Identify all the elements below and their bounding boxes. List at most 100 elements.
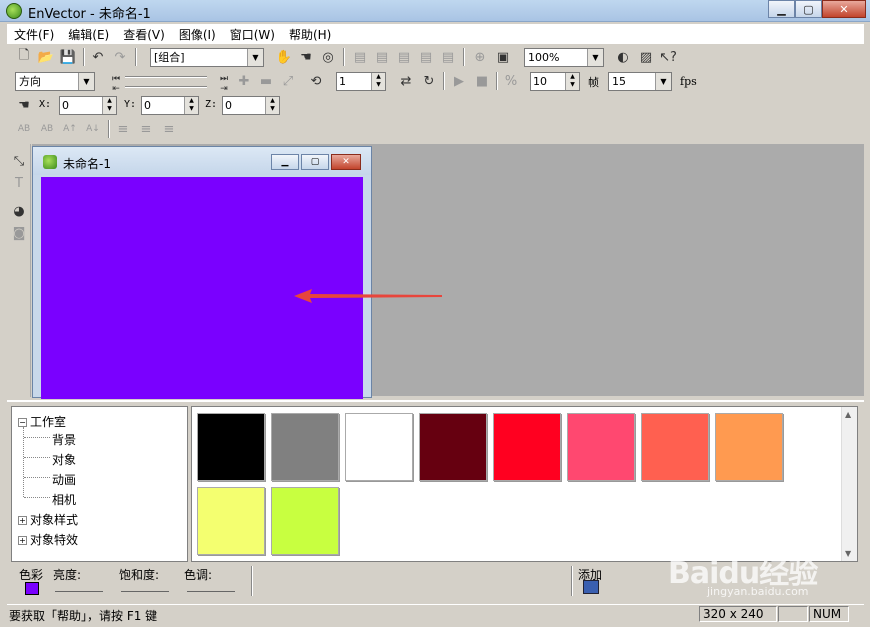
group-select[interactable]: [组合] ▼ [150,48,264,67]
fit-view-icon[interactable]: ◎ [319,48,337,66]
hand-icon[interactable]: ✋ [275,48,293,66]
brightness-slider[interactable] [55,586,103,592]
timeline-slider-bottom[interactable] [125,86,207,88]
text-kerning-icon[interactable]: AB [38,120,56,138]
scroll-down-icon[interactable]: ▼ [845,549,851,558]
save-icon[interactable]: 💾 [59,48,77,66]
zoom-select[interactable]: 100% ▼ [524,48,604,67]
color-swatch[interactable] [271,413,339,481]
tree-node-camera[interactable]: 相机 [52,491,76,508]
preview-icon[interactable]: ▣ [494,48,512,66]
context-help-icon[interactable]: ↖? [659,48,677,66]
add-keyframe-icon[interactable]: ✚ [235,72,253,90]
spinner-arrows-icon[interactable]: ▲ ▼ [371,73,385,90]
x-label: X: [39,99,52,110]
text-spacing-icon[interactable]: AB [15,120,33,138]
timeline-slider-top[interactable] [125,76,207,78]
fps-spinner[interactable]: 10 ▲ ▼ [530,72,580,91]
remove-keyframe-icon[interactable]: ▬ [257,72,275,90]
open-folder-icon[interactable]: 📂 [37,48,55,66]
layer-icon-4[interactable]: ▤ [417,48,435,66]
layer-icon-1[interactable]: ▤ [351,48,369,66]
minimize-button[interactable]: ▁ [768,0,795,18]
z-spinner[interactable]: 0 ▲ ▼ [222,96,280,115]
menu-image[interactable]: 图像(I) [172,26,223,43]
color-swatch[interactable] [567,413,635,481]
color-swatch[interactable] [271,487,339,555]
select-tool-icon[interactable]: ⤡ [10,152,28,170]
play-icon[interactable]: ▶ [450,72,468,90]
status-num-lock: NUM [809,606,849,622]
color-swatch[interactable] [493,413,561,481]
menu-edit[interactable]: 编辑(E) [61,26,116,43]
expand-icon[interactable]: + [18,516,27,525]
current-color-swatch[interactable] [25,582,39,595]
color-swatch[interactable] [197,487,265,555]
camera-tool-icon[interactable]: ◙ [10,224,28,242]
color-swatch[interactable] [419,413,487,481]
tree-node-studio[interactable]: − 工作室 [18,413,66,430]
direction-select[interactable]: 方向 ▼ [15,72,95,91]
globe-icon[interactable]: ⊕ [471,48,489,66]
hue-slider[interactable] [187,586,235,592]
swap-icon[interactable]: ⇄ [397,72,415,90]
color-swatch[interactable] [715,413,783,481]
transform-icon[interactable]: ⤢ [279,72,297,90]
rotate-hand-icon[interactable]: ☚ [297,48,315,66]
rotate-object-icon[interactable]: ☚ [15,96,33,114]
layer-icon-2[interactable]: ▤ [373,48,391,66]
percent-icon[interactable]: % [502,72,520,90]
menu-file[interactable]: 文件(F) [7,26,61,43]
text-tool-icon[interactable]: T [10,174,28,192]
spinner-arrows-icon[interactable]: ▲ ▼ [184,97,198,114]
menu-help[interactable]: 帮助(H) [282,26,338,43]
spinner-arrows-icon[interactable]: ▲ ▼ [565,73,579,90]
color-swatch[interactable] [641,413,709,481]
status-bar: 要获取「帮助」，请按 F1 键 320 x 240 NUM [7,604,864,623]
loop-icon[interactable]: ⟲ [307,72,325,90]
stop-icon[interactable]: ■ [473,72,491,90]
swatch-scrollbar[interactable]: ▲ ▼ [841,407,857,561]
tree-node-background[interactable]: 背景 [52,431,76,448]
frame-spinner[interactable]: 1 ▲ ▼ [336,72,386,91]
tree-node-animation[interactable]: 动画 [52,471,76,488]
x-spinner[interactable]: 0 ▲ ▼ [59,96,117,115]
maximize-button[interactable]: ▢ [795,0,822,18]
fps-select[interactable]: 15 ▼ [608,72,672,91]
refresh-icon[interactable]: ↻ [420,72,438,90]
layer-icon-5[interactable]: ▤ [439,48,457,66]
redo-icon[interactable]: ↷ [111,48,129,66]
tree-node-object-effects[interactable]: + 对象特效 [18,531,78,548]
undo-icon[interactable]: ↶ [89,48,107,66]
document-close-button[interactable]: ✕ [331,154,361,170]
scroll-up-icon[interactable]: ▲ [845,410,851,419]
render-icon[interactable]: ◐ [614,48,632,66]
shape-tool-icon[interactable]: ◕ [10,202,28,220]
spinner-arrows-icon[interactable]: ▲ ▼ [102,97,116,114]
toolbar-separator [108,120,110,138]
tree-node-object[interactable]: 对象 [52,451,76,468]
new-file-icon[interactable]: 🗋 [15,48,33,66]
align-right-icon[interactable]: ≡ [160,120,178,138]
color-swatch[interactable] [197,413,265,481]
menu-view[interactable]: 查看(V) [116,26,172,43]
layer-icon-3[interactable]: ▤ [395,48,413,66]
saturation-slider[interactable] [121,586,169,592]
align-left-icon[interactable]: ≡ [114,120,132,138]
colorbar-separator [571,566,573,596]
text-sort-up-icon[interactable]: A↑ [61,120,79,138]
expand-icon[interactable]: + [18,536,27,545]
export-icon[interactable]: ▨ [637,48,655,66]
color-swatch[interactable] [345,413,413,481]
tree-node-object-style[interactable]: + 对象样式 [18,511,78,528]
y-spinner[interactable]: 0 ▲ ▼ [141,96,199,115]
document-minimize-button[interactable]: ▁ [271,154,299,170]
collapse-icon[interactable]: − [18,418,27,427]
menu-window[interactable]: 窗口(W) [223,26,282,43]
close-button[interactable]: ✕ [822,0,866,18]
document-maximize-button[interactable]: ▢ [301,154,329,170]
text-sort-down-icon[interactable]: A↓ [84,120,102,138]
spinner-arrows-icon[interactable]: ▲ ▼ [265,97,279,114]
add-swatch-icon[interactable] [583,580,599,594]
align-center-icon[interactable]: ≡ [137,120,155,138]
